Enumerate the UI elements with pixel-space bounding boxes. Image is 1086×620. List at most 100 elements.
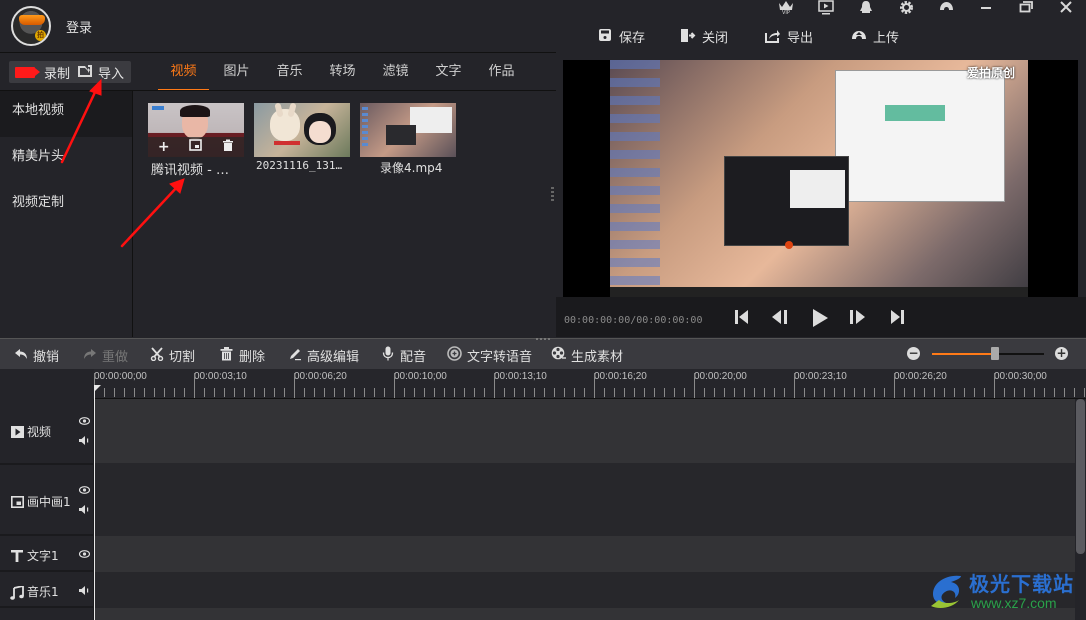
ruler-minor-tick (474, 388, 475, 397)
volume-icon[interactable] (79, 586, 90, 595)
sidebar-item-intros[interactable]: 精美片头 (0, 137, 132, 183)
close-project-button[interactable]: 关闭 (680, 26, 728, 46)
zoom-slider-handle[interactable] (990, 347, 999, 360)
watermark-brand: 极光下载站 (969, 572, 1074, 596)
cut-button[interactable]: 切割 (149, 346, 195, 365)
redo-button[interactable]: 重做 (82, 346, 128, 365)
tts-icon (447, 346, 462, 365)
ruler-minor-tick (864, 388, 865, 397)
ruler-minor-tick (884, 388, 885, 397)
media-caption: 腾讯视频 - … (151, 163, 229, 178)
track-label-text: 文字1 (27, 549, 59, 563)
save-button[interactable]: 保存 (597, 26, 645, 46)
sidebar-item-custom-video[interactable]: 视频定制 (0, 183, 132, 229)
trash-icon[interactable] (222, 139, 234, 155)
ruler-minor-tick (174, 388, 175, 397)
ruler-minor-tick (214, 388, 215, 397)
step-forward-icon[interactable] (848, 308, 868, 330)
vip-crown-icon[interactable]: VIP (776, 0, 796, 18)
track-name-video: 视频 (10, 423, 51, 440)
tab-text[interactable]: 文字 (422, 58, 475, 90)
eye-icon[interactable] (78, 417, 91, 425)
ruler-minor-tick (414, 388, 415, 397)
player-icon[interactable] (816, 0, 836, 18)
ruler-label: 00:00:23;10 (794, 371, 847, 382)
dubbing-button[interactable]: 配音 (380, 346, 426, 365)
eye-icon[interactable] (78, 550, 91, 558)
record-button[interactable]: 录制 (9, 61, 77, 83)
text-track-lane[interactable] (95, 536, 1075, 572)
playhead-line[interactable] (94, 385, 95, 620)
tab-image[interactable]: 图片 (210, 58, 263, 90)
skip-to-start-icon[interactable] (734, 308, 754, 330)
play-icon[interactable] (811, 308, 831, 330)
tab-transition[interactable]: 转场 (316, 58, 369, 90)
export-button[interactable]: 导出 (765, 26, 813, 46)
generate-material-label: 生成素材 (571, 350, 624, 365)
eye-icon[interactable] (78, 486, 91, 494)
skip-to-end-icon[interactable] (889, 308, 909, 330)
settings-gear-icon[interactable] (896, 0, 916, 18)
delete-button[interactable]: 删除 (219, 346, 265, 365)
qq-icon[interactable] (856, 0, 876, 18)
generate-material-button[interactable]: 生成素材 (551, 346, 623, 365)
import-button[interactable]: 导入 (71, 61, 131, 83)
ruler-minor-tick (504, 388, 505, 397)
ruler-label: 00:00:26;20 (894, 371, 947, 382)
step-back-icon[interactable] (771, 308, 791, 330)
advanced-edit-button[interactable]: 高级编辑 (287, 346, 359, 365)
panel-resize-handle[interactable] (551, 187, 554, 201)
tab-music[interactable]: 音乐 (263, 58, 316, 90)
ruler-minor-tick (714, 388, 715, 397)
record-label: 录制 (44, 66, 71, 82)
ruler-minor-tick (314, 388, 315, 397)
media-thumbnail[interactable] (360, 103, 456, 157)
volume-icon[interactable] (79, 505, 90, 514)
ruler-minor-tick (704, 388, 705, 397)
track-label-text: 画中画1 (27, 495, 71, 509)
pip-track-lane[interactable] (95, 463, 1075, 536)
ruler-minor-tick (764, 388, 765, 397)
login-link[interactable]: 登录 (66, 17, 92, 36)
app-logo[interactable]: 拍 (11, 6, 51, 46)
ruler-minor-tick (674, 388, 675, 397)
upload-cloud-icon (851, 28, 867, 44)
ruler-minor-tick (634, 388, 635, 397)
ruler-minor-tick (774, 388, 775, 397)
zoom-in-button[interactable]: + (1055, 347, 1068, 360)
sidebar-item-local-video[interactable]: 本地视频 (0, 91, 132, 137)
pip-icon[interactable] (189, 139, 203, 155)
video-editor-window: 拍 登录 VIP 保存 关闭 导出 上传 录制 导入 视频 图片 音乐 转场 滤… (0, 0, 1086, 620)
zoom-out-button[interactable]: − (907, 347, 920, 360)
upload-button[interactable]: 上传 (851, 26, 899, 46)
skin-icon[interactable] (936, 0, 956, 18)
undo-button[interactable]: 撤销 (13, 346, 59, 365)
video-track-lane[interactable] (95, 399, 1075, 463)
pip-icon (10, 495, 24, 508)
ruler-major-tick (694, 373, 695, 398)
ruler-minor-tick (264, 388, 265, 397)
tab-video[interactable]: 视频 (157, 58, 210, 91)
header-divider (0, 52, 556, 53)
import-icon (77, 63, 93, 82)
restore-icon[interactable] (1016, 0, 1036, 18)
media-thumbnail[interactable] (254, 103, 350, 157)
splitter-handle[interactable] (536, 338, 550, 340)
ruler-minor-tick (144, 388, 145, 397)
tab-filter[interactable]: 滤镜 (369, 58, 422, 90)
add-icon[interactable]: + (158, 139, 170, 155)
ruler-minor-tick (624, 388, 625, 397)
close-icon[interactable] (1056, 0, 1076, 18)
redo-label: 重做 (102, 350, 129, 365)
ruler-minor-tick (434, 388, 435, 397)
upload-label: 上传 (873, 30, 900, 46)
ruler-minor-tick (1004, 388, 1005, 397)
minimize-icon[interactable] (976, 0, 996, 18)
text-to-speech-button[interactable]: 文字转语音 (447, 346, 532, 365)
timeline-scrollbar-thumb[interactable] (1076, 399, 1085, 554)
tab-works[interactable]: 作品 (475, 58, 528, 90)
volume-icon[interactable] (79, 436, 90, 445)
playhead-handle[interactable] (94, 385, 101, 392)
ruler-label: 00:00:00;00 (94, 371, 147, 382)
media-thumbnail[interactable]: + (148, 103, 244, 157)
